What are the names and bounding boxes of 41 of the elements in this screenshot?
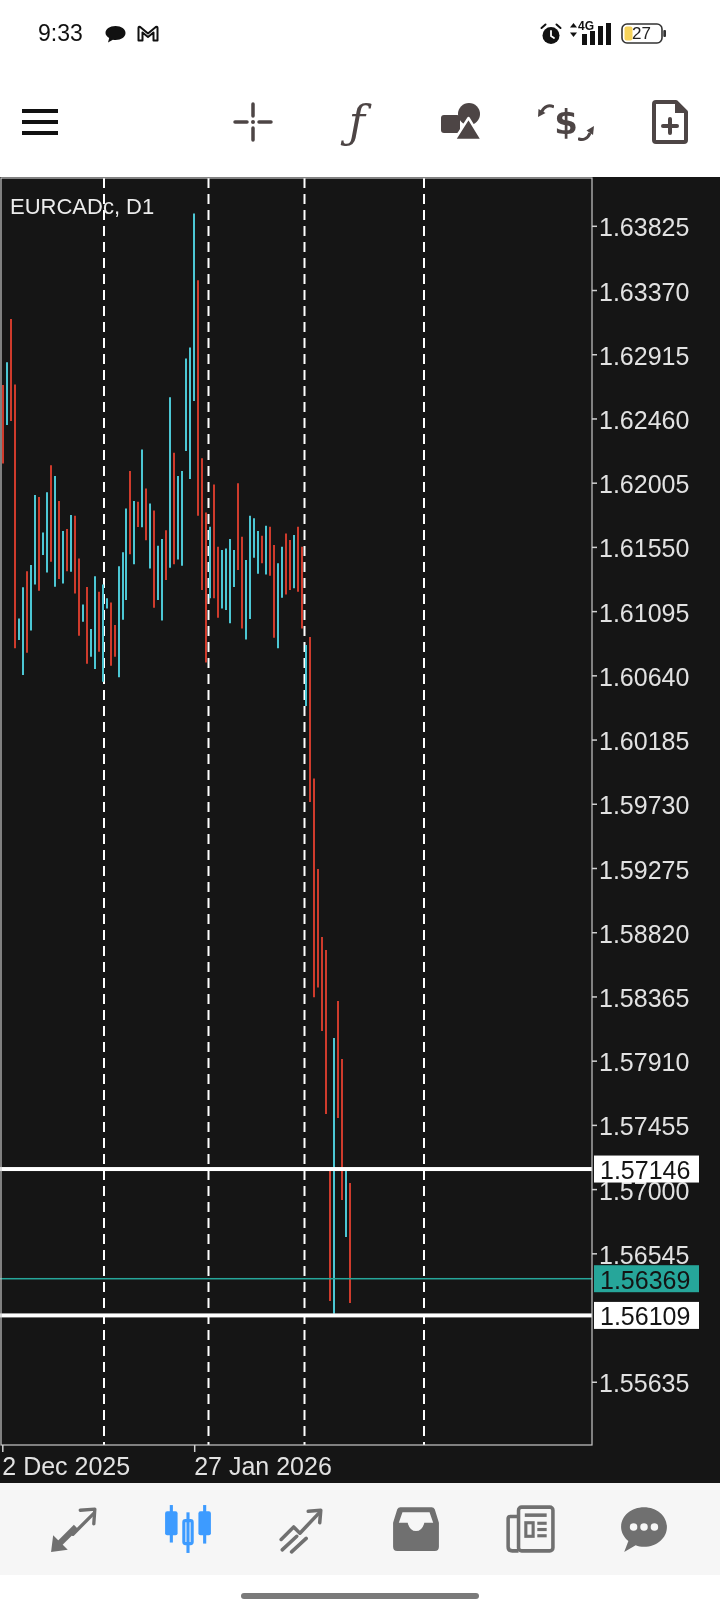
price-axis-label: 1.58820 [599, 919, 690, 948]
price-axis-label: 1.57455 [599, 1112, 690, 1141]
battery-percent: 27 [632, 25, 651, 42]
new-document-icon[interactable] [652, 100, 688, 144]
newspaper-icon[interactable] [505, 1504, 555, 1554]
price-axis-label: 1.61550 [599, 534, 690, 563]
price-level-tag: 1.56109 [594, 1301, 699, 1331]
network-type: 4G [578, 19, 594, 32]
menu-icon[interactable] [22, 109, 58, 135]
price-axis-label: 1.59275 [599, 855, 690, 884]
battery-icon [621, 23, 666, 44]
shapes-icon[interactable] [441, 103, 483, 141]
price-axis-label: 1.61095 [599, 598, 690, 627]
price-axis-label: 1.62915 [599, 341, 690, 370]
price-axis-label: 1.58365 [599, 983, 690, 1012]
candlestick-icon[interactable] [163, 1504, 213, 1554]
price-axis-label: 1.62460 [599, 405, 690, 434]
chart-title: EURCADc, D1 [10, 193, 155, 219]
crosshair-icon[interactable] [233, 102, 273, 142]
status-time: 9:33 [38, 22, 83, 45]
price-axis-label: 1.63825 [599, 213, 690, 242]
price-axis-label: 1.59730 [599, 791, 690, 820]
time-axis-label: 27 Jan 2026 [194, 1452, 332, 1480]
data-arrows-icon [570, 22, 577, 37]
price-axis-label: 1.60640 [599, 662, 690, 691]
price-axis-label: 1.60185 [599, 727, 690, 756]
price-axis-label: 1.62005 [599, 470, 690, 499]
time-axis-label: 2 Dec 2025 [2, 1452, 131, 1480]
inbox-icon[interactable] [391, 1504, 441, 1554]
chat-bubble-icon[interactable] [619, 1504, 669, 1554]
price-axis-label: 1.55635 [599, 1369, 690, 1398]
curved-arrow-icon[interactable] [577, 126, 594, 142]
bid-price-tag: 1.56369 [594, 1265, 699, 1294]
price-axis-label: 1.63370 [599, 277, 690, 306]
mail-icon [136, 25, 159, 42]
function-button[interactable]: ƒ [333, 93, 381, 151]
curved-arrow-icon[interactable] [538, 103, 555, 117]
price-axis-label: 1.57910 [599, 1048, 690, 1077]
currency-exchange-button[interactable]: $ [532, 95, 600, 149]
message-icon [104, 24, 126, 43]
alarm-clock-icon [540, 22, 562, 45]
